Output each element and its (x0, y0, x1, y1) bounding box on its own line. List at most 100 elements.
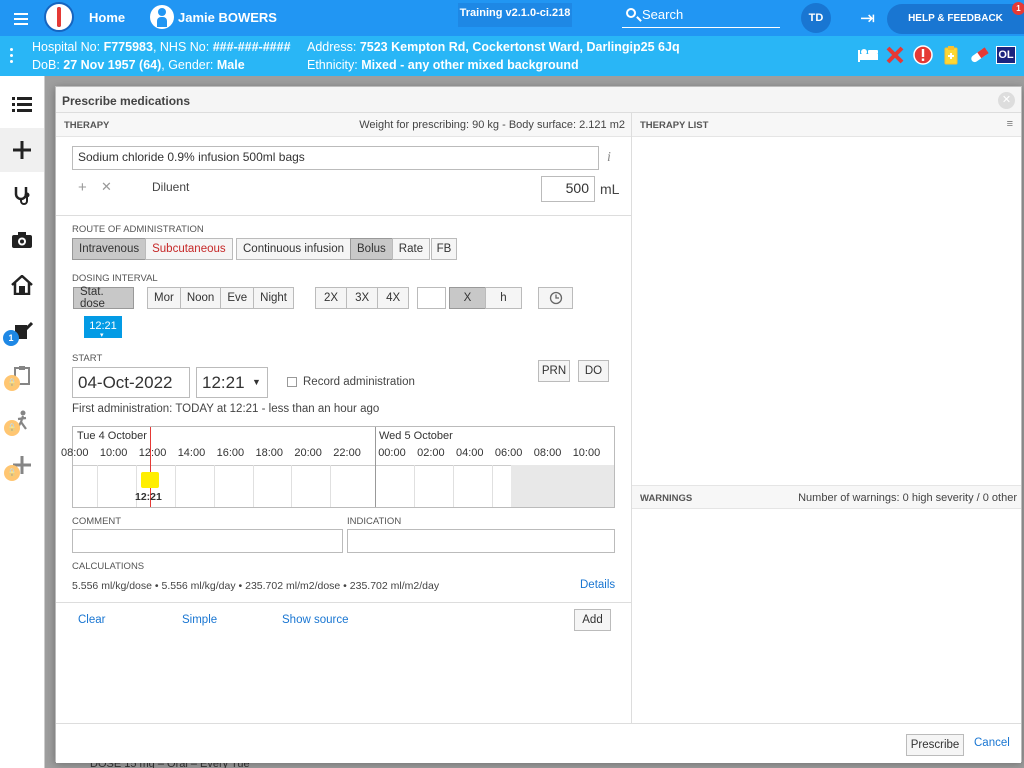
simple-link[interactable]: Simple (182, 614, 217, 626)
frequency-group: 2X 3X 4X (315, 287, 410, 309)
timeline-hour-label: 10:00 (99, 447, 128, 459)
hours-h-button[interactable]: h (485, 287, 522, 309)
more-options-icon[interactable] (10, 48, 14, 66)
add-icon[interactable] (0, 128, 44, 172)
evening-button[interactable]: Eve (220, 287, 255, 309)
timeline-hour-label: 14:00 (177, 447, 206, 459)
address-label: Address: (307, 40, 357, 54)
timeline-gridline (453, 465, 454, 507)
timeline-day2: Wed 5 October (379, 430, 453, 442)
start-time-select[interactable]: 12:21 ▼ (196, 367, 268, 398)
timeline-hour-label: 08:00 (533, 447, 562, 459)
therapy-list-header: THERAPY LIST (640, 120, 709, 131)
show-source-link[interactable]: Show source (282, 614, 348, 626)
close-icon[interactable]: ✕ (998, 92, 1015, 109)
info-icon[interactable]: i (607, 150, 611, 166)
nhs-label: , NHS No: (152, 40, 210, 54)
first-administration-text: First administration: TODAY at 12:21 - l… (72, 403, 380, 415)
do-button[interactable]: DO (578, 360, 609, 382)
timeline-hour-label: 16:00 (216, 447, 245, 459)
weight-info: Weight for prescribing: 90 kg - Body sur… (359, 119, 625, 131)
schedule-clock-button[interactable] (538, 287, 573, 309)
allergy-icon[interactable] (940, 45, 962, 65)
calculations-text: 5.556 ml/kg/dose • 5.556 ml/kg/day • 235… (72, 580, 440, 592)
bolus-button[interactable]: Bolus (350, 238, 393, 260)
stat-dose-button[interactable]: Stat. dose (73, 286, 134, 310)
record-administration-checkbox[interactable] (287, 377, 297, 387)
timeline-hour-label: 10:00 (572, 447, 601, 459)
timeline-gridline (291, 465, 293, 507)
menu-icon[interactable] (14, 10, 36, 26)
nhs-number: ###-###-#### (212, 40, 291, 54)
alert-icon[interactable] (912, 45, 934, 65)
gender-label: , Gender: (161, 58, 214, 72)
therapy-panel: THERAPY Weight for prescribing: 90 kg - … (56, 113, 631, 723)
route-subcutaneous-button[interactable]: Subcutaneous (145, 238, 233, 260)
edit-tasks-icon[interactable]: 1 (0, 308, 44, 352)
timeline-gridline (414, 465, 416, 507)
search-field[interactable]: Search (622, 4, 780, 28)
stethoscope-icon[interactable] (0, 173, 44, 217)
lock-icon: 🔒 (4, 465, 20, 481)
bed-icon[interactable] (856, 45, 878, 65)
home-link[interactable]: Home (89, 10, 125, 25)
prn-button[interactable]: PRN (538, 360, 570, 382)
remove-icon[interactable]: ✕ (101, 179, 112, 195)
start-date-input[interactable]: 04-Oct-2022 (72, 367, 190, 398)
fb-button[interactable]: FB (431, 238, 457, 260)
training-version-badge: Training v2.1.0-ci.218 (458, 3, 572, 27)
hospital-label: Hospital No: (32, 40, 101, 54)
user-avatar[interactable]: TD (801, 3, 831, 33)
volume-input[interactable]: 500 (541, 176, 595, 202)
medication-pill-icon[interactable] (968, 45, 990, 65)
list-menu-icon[interactable]: ≡ (1007, 118, 1013, 130)
freq-2x-button[interactable]: 2X (315, 287, 348, 309)
help-feedback-button[interactable]: HELP & FEEDBACK (887, 4, 1024, 34)
medication-input[interactable]: Sodium chloride 0.9% infusion 500ml bags (72, 146, 599, 170)
freq-4x-button[interactable]: 4X (377, 287, 410, 309)
timeline-gridline (252, 465, 254, 507)
comment-input[interactable] (72, 529, 343, 553)
warnings-info: Number of warnings: 0 high severity / 0 … (798, 492, 1017, 504)
route-intravenous-button[interactable]: Intravenous (72, 238, 147, 260)
list-icon[interactable] (0, 82, 44, 126)
timeline-shaded-range (511, 465, 614, 507)
home-medications-icon[interactable] (0, 263, 44, 307)
timeline-gridline (174, 465, 176, 507)
ethnicity-label: Ethnicity: (307, 58, 358, 72)
night-button[interactable]: Night (253, 287, 294, 309)
chevron-down-icon: ▾ (100, 332, 104, 339)
clipboard-icon: 🔒 (0, 353, 44, 397)
hospital-number: F775983 (103, 40, 153, 54)
diluent-label: Diluent (152, 180, 190, 194)
hospital-nhs-info: Hospital No: F775983, NHS No: ###-###-##… (32, 40, 291, 54)
logout-icon[interactable]: ⇥ (860, 8, 882, 28)
no-resuscitation-icon[interactable] (884, 45, 906, 65)
morning-button[interactable]: Mor (147, 287, 181, 309)
notification-badge: 1 (1012, 2, 1024, 15)
therapy-header: THERAPY (64, 120, 110, 131)
dose-marker-time: 12:21 (135, 491, 162, 503)
prescribe-button[interactable]: Prescribe (906, 734, 964, 756)
cancel-link[interactable]: Cancel (974, 737, 1010, 749)
timeline-hour-label: 04:00 (456, 447, 484, 459)
interval-value-input[interactable] (417, 287, 446, 309)
indication-input[interactable] (347, 529, 615, 553)
timeline-gridline (330, 465, 332, 507)
freq-3x-button[interactable]: 3X (346, 287, 379, 309)
add-icon[interactable]: + (78, 179, 87, 196)
tasks-count-badge: 1 (3, 330, 19, 346)
noon-button[interactable]: Noon (179, 287, 222, 309)
continuous-infusion-button[interactable]: Continuous infusion (236, 238, 352, 260)
add-button[interactable]: Add (574, 609, 611, 631)
app-logo[interactable] (44, 2, 74, 32)
ol-badge[interactable]: OL (996, 46, 1016, 64)
details-link[interactable]: Details (580, 579, 615, 591)
camera-icon[interactable] (0, 218, 44, 262)
clear-link[interactable]: Clear (78, 614, 105, 626)
patient-name[interactable]: Jamie BOWERS (178, 10, 277, 25)
rate-button[interactable]: Rate (391, 238, 431, 260)
dose-marker[interactable] (141, 472, 159, 488)
address-value: 7523 Kempton Rd, Cockertonst Ward, Darli… (359, 40, 680, 54)
times-x-button[interactable]: X (449, 287, 486, 309)
